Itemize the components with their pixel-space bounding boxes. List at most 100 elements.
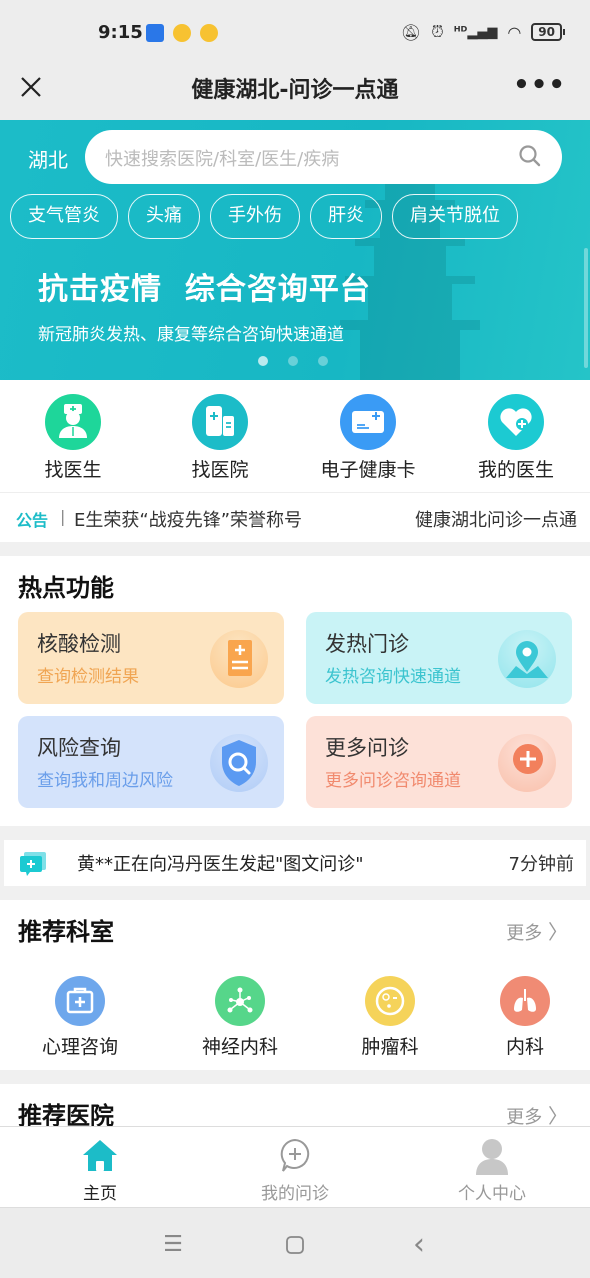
consultation-feed[interactable]: 黄**正在向冯丹医生发起"图文问诊" 7分钟前 [4, 840, 586, 886]
announcement-separator: | [60, 507, 66, 526]
announcement-tag: 公告 [16, 511, 49, 530]
departments-more-link[interactable]: 更多 〉 [506, 916, 568, 945]
weibo-app-icon [200, 24, 218, 42]
announcement-item[interactable]: ⁠E生荣获“战疫先锋”荣誉称号 [74, 506, 302, 532]
home-icon [80, 1135, 120, 1175]
menu-button[interactable]: ☰ [158, 1230, 188, 1260]
hot-functions-section: 热点功能 核酸检测 查询检测结果 发热门诊 发热咨询快速通道 风险查询 查询我和… [0, 556, 590, 826]
chat-bubble-icon [20, 852, 46, 876]
section-title: 热点功能 [18, 574, 114, 602]
back-button[interactable]: ‹ [404, 1230, 434, 1260]
carousel-indicator [258, 356, 328, 366]
banner-slogan: 抗击疫情 综合咨询平台 [38, 272, 371, 307]
chevron-right-icon: 〉 [548, 920, 568, 944]
tab-my-consultations[interactable]: 我的问诊 [215, 1135, 375, 1204]
back-icon: ‹ [413, 1227, 425, 1262]
card-nucleic-test[interactable]: 核酸检测 查询检测结果 [18, 612, 284, 704]
alarm-icon: ⏰︎ [431, 22, 444, 41]
carousel-dot[interactable] [318, 356, 328, 366]
hero-banner[interactable]: 湖北 快速搜索医院/科室/医生/疾病 支气管炎 头痛 手外伤 肝炎 肩关节脱位 … [0, 120, 590, 380]
card-title: 发热门诊 [325, 632, 409, 656]
home-button[interactable] [280, 1230, 310, 1260]
page-scrollbar[interactable] [584, 248, 588, 368]
dept-label: 内科 [505, 1036, 544, 1058]
tab-label: 我的问诊 [261, 1184, 329, 1204]
dept-label: 神经内科 [201, 1036, 278, 1058]
search-tag[interactable]: 肝炎 [310, 194, 382, 239]
tab-home[interactable]: 主页 [20, 1135, 180, 1204]
card-title: 风险查询 [37, 736, 121, 760]
health-card-icon [340, 394, 396, 450]
plus-bubble-icon [498, 734, 556, 792]
doctor-icon [45, 394, 101, 450]
hospitals-more-link[interactable]: 更多 〉 [506, 1100, 568, 1129]
alipay-app-icon [146, 24, 164, 42]
chat-plus-icon [275, 1135, 315, 1175]
announcement-ticker[interactable]: 公告 | ⁠E生荣获“战疫先锋”荣誉称号 健康湖北问诊一点通 [0, 492, 590, 542]
quick-my-doctor[interactable]: 我的医生 [446, 394, 586, 482]
search-input[interactable]: 快速搜索医院/科室/医生/疾病 [85, 130, 562, 184]
wifi-icon: ◠ [507, 22, 522, 42]
tab-label: 主页 [83, 1184, 117, 1204]
page-title: 健康湖北-问诊一点通 [191, 78, 399, 103]
more-label: 更多 [506, 1107, 543, 1128]
title-bar: 健康湖北-问诊一点通 ••• [0, 62, 590, 120]
carousel-dot[interactable] [258, 356, 268, 366]
banner-subtitle: 新冠肺炎发热、康复等综合咨询快速通道 [38, 325, 344, 345]
menu-icon: ☰ [163, 1232, 183, 1257]
more-label: 更多 [506, 923, 543, 944]
card-more-consult[interactable]: 更多问诊 更多问诊咨询通道 [306, 716, 572, 808]
card-risk-query[interactable]: 风险查询 查询我和周边风险 [18, 716, 284, 808]
announcement-item[interactable]: 健康湖北问诊一点通 [415, 506, 577, 532]
quick-label: 电子健康卡 [320, 459, 416, 481]
more-icon: ••• [513, 70, 566, 100]
quick-label: 我的医生 [477, 459, 554, 481]
feed-text: 黄**正在向冯丹医生发起"图文问诊" [77, 854, 364, 875]
neuron-icon [215, 976, 265, 1026]
search-tag[interactable]: 支气管炎 [10, 194, 118, 239]
cell-icon [365, 976, 415, 1026]
weibo-app-icon [173, 24, 191, 42]
bottom-tab-bar: 主页 我的问诊 个人中心 [0, 1126, 590, 1207]
quick-entry-grid: 找医生 找医院 电子健康卡 我的医生 [0, 380, 590, 492]
quick-health-card[interactable]: 电子健康卡 [298, 394, 438, 482]
dept-neurology[interactable]: 神经内科 [170, 976, 310, 1059]
card-title: 核酸检测 [37, 632, 121, 656]
lungs-icon [500, 976, 550, 1026]
section-title: 推荐科室 [18, 918, 114, 946]
system-navigation-bar: ☰ ‹ [0, 1207, 590, 1278]
region-selector[interactable]: 湖北 [28, 144, 68, 173]
tab-label: 个人中心 [458, 1184, 526, 1204]
test-report-icon [210, 630, 268, 688]
search-tag[interactable]: 肩关节脱位 [392, 194, 518, 239]
card-subtitle: 发热咨询快速通道 [325, 667, 461, 687]
card-subtitle: 更多问诊咨询通道 [325, 771, 461, 791]
dept-oncology[interactable]: 肿瘤科 [320, 976, 460, 1059]
chevron-right-icon: 〉 [548, 1104, 568, 1128]
more-options-button[interactable]: ••• [513, 70, 566, 100]
status-bar: 9:15 🔕︎ ⏰︎ ᴴᴰ▂▄▆ ◠ 90 [0, 0, 590, 62]
tab-profile[interactable]: 个人中心 [412, 1135, 572, 1204]
dept-label: 心理咨询 [41, 1036, 118, 1058]
hospital-icon [192, 394, 248, 450]
shield-search-icon [210, 734, 268, 792]
first-aid-kit-icon [55, 976, 105, 1026]
dept-psychology[interactable]: 心理咨询 [10, 976, 150, 1059]
hot-search-tags: 支气管炎 头痛 手外伤 肝炎 肩关节脱位 [10, 194, 518, 239]
quick-find-doctor[interactable]: 找医生 [3, 394, 143, 482]
search-tag[interactable]: 头痛 [128, 194, 200, 239]
carousel-dot[interactable] [288, 356, 298, 366]
search-tag[interactable]: 手外伤 [210, 194, 300, 239]
heart-plus-icon [488, 394, 544, 450]
square-icon [286, 1236, 304, 1254]
card-subtitle: 查询检测结果 [37, 667, 139, 687]
dept-internal-medicine[interactable]: 内科 [455, 976, 590, 1059]
card-fever-clinic[interactable]: 发热门诊 发热咨询快速通道 [306, 612, 572, 704]
battery-icon: 90 [531, 23, 565, 41]
quick-find-hospital[interactable]: 找医院 [150, 394, 290, 482]
location-pin-icon [498, 630, 556, 688]
search-icon [519, 145, 541, 167]
user-icon [472, 1135, 512, 1175]
quick-label: 找医院 [191, 459, 249, 481]
search-placeholder: 快速搜索医院/科室/医生/疾病 [105, 149, 340, 170]
